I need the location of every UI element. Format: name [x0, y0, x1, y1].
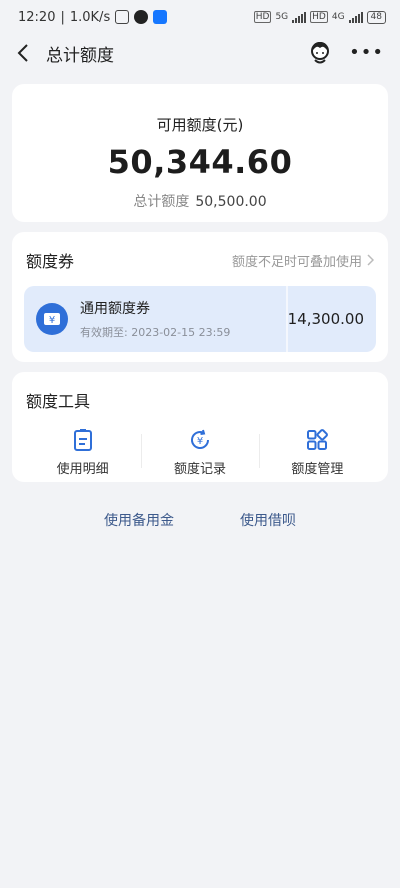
status-time: 12:20 [18, 9, 56, 25]
bottom-links: 使用备用金 使用借呗 [0, 510, 400, 530]
nfc-icon [115, 10, 130, 24]
tool-usage-details-label: 使用明细 [56, 462, 109, 477]
use-reserve-fund-link[interactable]: 使用备用金 [104, 510, 174, 530]
tool-credit-management[interactable]: 额度管理 [258, 428, 376, 477]
status-right: HD 5G HD 4G 48 [253, 10, 386, 24]
total-credit-label: 总计额度 [133, 194, 190, 210]
signal-2-icon [348, 11, 363, 23]
nav-bar: 总计额度 ••• [0, 34, 400, 72]
coupon-hint-text: 额度不足时可叠加使用 [231, 254, 362, 270]
status-divider: | [60, 9, 65, 25]
coupon-divider [286, 286, 288, 352]
customer-service-icon[interactable] [307, 40, 333, 66]
clipboard-list-icon [73, 429, 92, 451]
coupon-name: 通用额度券 [80, 301, 150, 317]
coupon-header[interactable]: 额度券 额度不足时可叠加使用 [24, 244, 376, 272]
coupon-item[interactable]: ¥ 通用额度券 有效期至: 2023-02-15 23:59 14,300.00 [24, 286, 376, 352]
more-options-icon[interactable]: ••• [349, 44, 384, 62]
coupon-hint[interactable]: 额度不足时可叠加使用 [232, 251, 374, 270]
available-credit-label: 可用额度(元) [156, 116, 244, 134]
tools-header: 额度工具 [24, 384, 376, 412]
grid-apps-icon [307, 429, 329, 450]
back-button[interactable] [16, 43, 36, 63]
status-bar: 12:20 | 1.0K/s HD 5G HD 4G 48 [0, 0, 400, 34]
tools-row: 使用明细 ¥ 额度记录 额度管理 [24, 428, 376, 477]
coupon-card: 额度券 额度不足时可叠加使用 ¥ 通用额度券 有效期至: 2023-02-15 … [12, 232, 388, 362]
tool-credit-records-label: 额度记录 [173, 462, 226, 477]
balance-card: 可用额度(元) 50,344.60 总计额度 50,500.00 [12, 84, 388, 222]
penguin-app-icon [134, 10, 149, 24]
battery-icon: 48 [366, 10, 386, 24]
tool-usage-details[interactable]: 使用明细 [24, 428, 141, 477]
yen-ticket-icon: ¥ [36, 303, 68, 335]
coupon-amount: 14,300.00 [287, 310, 364, 328]
chevron-left-icon [17, 44, 28, 62]
status-speed: 1.0K/s [69, 9, 111, 25]
status-left: 12:20 | 1.0K/s [18, 9, 168, 25]
coupon-section-title: 额度券 [26, 252, 75, 271]
coupon-expiry: 有效期至: 2023-02-15 23:59 [80, 326, 231, 339]
total-credit-value: 50,500.00 [195, 194, 267, 210]
hd-badge-2: HD [310, 11, 328, 23]
hd-badge-1: HD [253, 11, 272, 23]
chevron-right-icon [367, 254, 374, 266]
network-2-label: 4G [331, 12, 345, 22]
signal-1-icon [292, 11, 307, 23]
nav-actions: ••• [307, 40, 384, 66]
tool-credit-records[interactable]: ¥ 额度记录 [141, 428, 258, 477]
svg-text:¥: ¥ [197, 436, 203, 447]
yen-cycle-icon: ¥ [190, 429, 209, 449]
total-credit: 总计额度 50,500.00 [12, 191, 388, 211]
tool-credit-management-label: 额度管理 [291, 462, 344, 477]
svg-text:¥: ¥ [49, 315, 55, 326]
page-title: 总计额度 [46, 45, 114, 66]
tools-section-title: 额度工具 [26, 392, 91, 411]
available-credit-value: 50,344.60 [107, 143, 293, 181]
alipay-app-icon [153, 10, 168, 24]
tools-card: 额度工具 使用明细 ¥ 额度记录 额度管理 [12, 372, 388, 482]
use-jiebei-link[interactable]: 使用借呗 [240, 510, 296, 530]
coupon-info: 通用额度券 有效期至: 2023-02-15 23:59 [80, 298, 230, 340]
network-1-label: 5G [275, 12, 289, 22]
